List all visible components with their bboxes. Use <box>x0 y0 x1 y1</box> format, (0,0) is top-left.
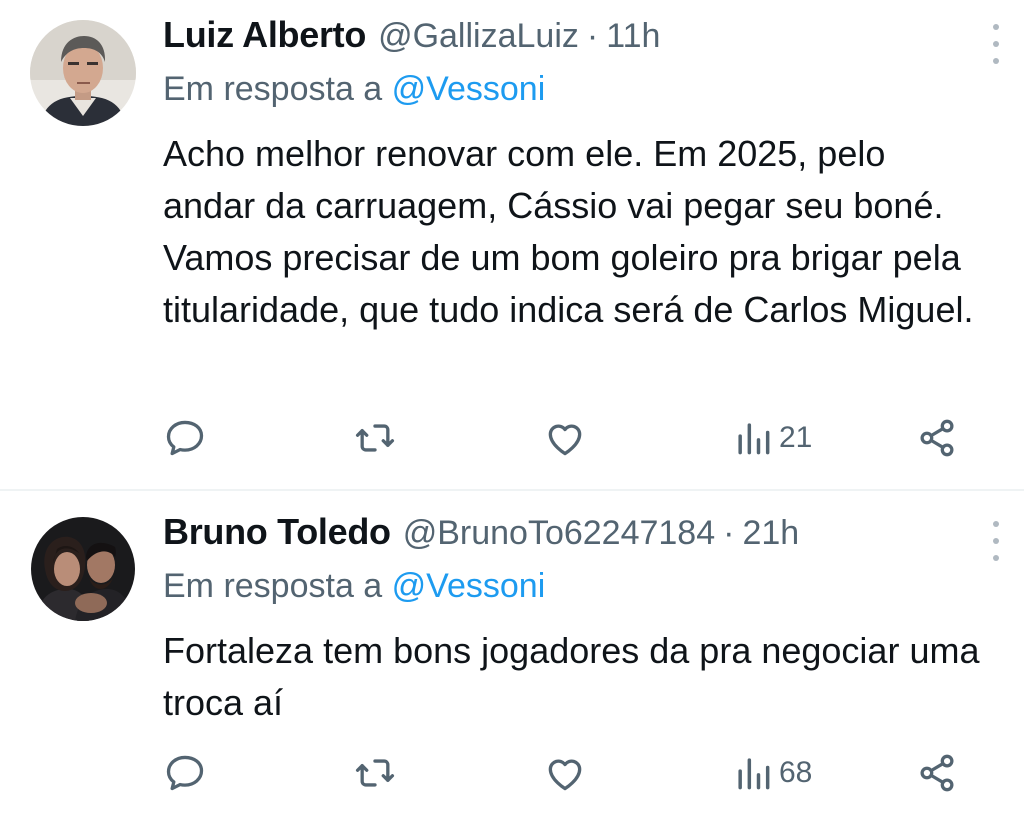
like-icon <box>548 424 582 456</box>
reply-button[interactable] <box>163 414 207 462</box>
retweet-icon <box>355 424 395 452</box>
like-button[interactable] <box>543 414 587 462</box>
share-button[interactable] <box>915 749 959 797</box>
tweet-content: Luiz Alberto @GallizaLuiz · 11h Em respo… <box>163 14 999 336</box>
reply-prefix: Em resposta a <box>163 70 383 108</box>
action-bar: 21 <box>163 414 963 462</box>
author-name[interactable]: Luiz Alberto <box>163 14 366 56</box>
timestamp[interactable]: 11h <box>606 17 660 56</box>
views-icon <box>738 758 770 790</box>
tweet-header: Luiz Alberto @GallizaLuiz · 11h <box>163 14 984 64</box>
tweet-reply[interactable]: Luiz Alberto @GallizaLuiz · 11h Em respo… <box>0 0 1024 490</box>
share-button[interactable] <box>915 414 959 462</box>
avatar-photo <box>31 517 135 621</box>
tweet-reply[interactable]: Bruno Toledo @BrunoTo62247184 · 21h Em r… <box>0 491 1024 827</box>
views-icon <box>738 423 770 455</box>
like-icon <box>548 759 582 791</box>
reply-mention-link[interactable]: @Vessoni <box>392 70 546 108</box>
views-count: 68 <box>779 756 813 789</box>
timestamp[interactable]: 21h <box>742 514 799 553</box>
reply-context: Em resposta a @Vessoni <box>163 70 984 118</box>
action-bar: 68 <box>163 749 963 797</box>
tweet-text: Fortaleza tem bons jogadores da pra nego… <box>163 630 980 723</box>
author-handle[interactable]: @GallizaLuiz <box>378 17 579 56</box>
author-name[interactable]: Bruno Toledo <box>163 511 391 553</box>
tweet-text: Acho melhor renovar com ele. Em 2025, pe… <box>163 133 974 330</box>
reply-mention-link[interactable]: @Vessoni <box>392 567 546 605</box>
retweet-button[interactable] <box>353 749 397 797</box>
avatar-photo <box>30 20 136 126</box>
retweet-icon <box>355 759 395 787</box>
reply-context: Em resposta a @Vessoni <box>163 567 984 615</box>
share-icon <box>920 754 954 792</box>
separator-dot: · <box>723 514 735 552</box>
like-button[interactable] <box>543 749 587 797</box>
tweet-header: Bruno Toledo @BrunoTo62247184 · 21h <box>163 511 984 561</box>
retweet-button[interactable] <box>353 414 397 462</box>
views-button[interactable]: 21 <box>731 414 812 462</box>
separator-dot: · <box>586 17 599 55</box>
tweet-content: Bruno Toledo @BrunoTo62247184 · 21h Em r… <box>163 511 999 729</box>
avatar[interactable] <box>30 20 136 126</box>
reply-feed: Luiz Alberto @GallizaLuiz · 11h Em respo… <box>0 0 1024 827</box>
more-icon[interactable] <box>986 24 1006 64</box>
avatar[interactable] <box>31 517 135 621</box>
more-icon[interactable] <box>986 521 1006 561</box>
views-count: 21 <box>779 421 813 454</box>
reply-prefix: Em resposta a <box>163 567 383 605</box>
views-button[interactable]: 68 <box>731 749 812 797</box>
reply-button[interactable] <box>163 749 207 797</box>
reply-icon <box>166 755 204 791</box>
share-icon <box>920 419 954 457</box>
author-handle[interactable]: @BrunoTo62247184 <box>403 514 715 553</box>
reply-icon <box>166 420 204 456</box>
